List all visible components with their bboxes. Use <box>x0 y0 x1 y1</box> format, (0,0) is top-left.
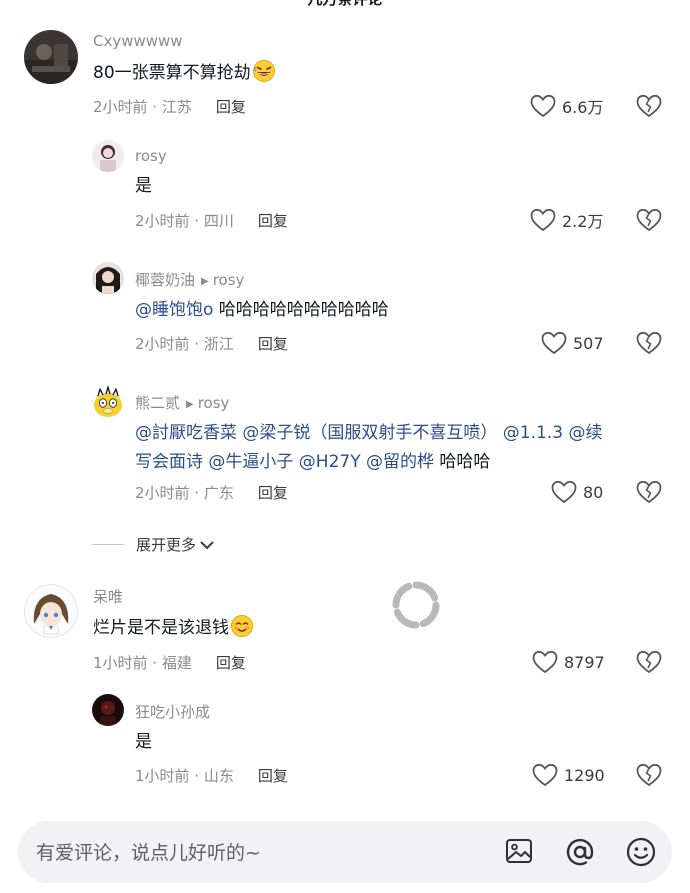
expand-divider <box>92 544 124 545</box>
reply-arrow-icon: ▶ <box>186 399 194 410</box>
comment-text-content: 80一张票算不算抢劫 <box>93 63 251 83</box>
reply-button[interactable]: 回复 <box>258 767 288 785</box>
at-icon[interactable] <box>564 836 596 868</box>
expand-more-button[interactable]: 展开更多 <box>92 534 216 555</box>
comment-meta: 2小时前 · 江苏 回复 <box>93 96 246 117</box>
laughing-emoji-icon <box>252 60 275 82</box>
comment-text: 是 <box>135 176 152 196</box>
comment-text-content: 烂片是不是该退钱 <box>93 618 229 638</box>
username[interactable]: 熊二贰 <box>135 394 180 412</box>
reply-button[interactable]: 回复 <box>216 654 246 672</box>
broken-heart-icon[interactable] <box>636 93 662 119</box>
heart-outline-icon <box>530 94 556 118</box>
avatar[interactable] <box>92 140 124 172</box>
comments-title: 几万条评论 <box>0 0 690 8</box>
avatar[interactable] <box>24 30 78 84</box>
like-button[interactable]: 1290 <box>532 761 605 789</box>
comment-meta: 1小时前 · 福建 回复 <box>93 652 246 673</box>
time-location: 2小时前 · 广东 <box>135 484 234 502</box>
like-button[interactable]: 2.2万 <box>530 206 603 234</box>
smiley-icon[interactable] <box>625 836 657 868</box>
comment-text: @睡饱饱o 哈哈哈哈哈哈哈哈哈哈 <box>135 296 389 325</box>
broken-heart-icon[interactable] <box>636 330 662 356</box>
like-count: 2.2万 <box>562 212 604 231</box>
username[interactable]: 椰蓉奶油 <box>135 271 195 289</box>
reply-header: 熊二贰 ▶ rosy <box>135 392 229 413</box>
like-count: 6.6万 <box>562 98 604 117</box>
reply-button[interactable]: 回复 <box>258 212 288 230</box>
heart-outline-icon <box>530 208 556 232</box>
reply-button[interactable]: 回复 <box>258 335 288 353</box>
spinner-icon <box>392 581 440 629</box>
heart-outline-icon <box>541 331 567 355</box>
like-button[interactable]: 80 <box>551 478 603 506</box>
heart-outline-icon <box>551 480 577 504</box>
heart-outline-icon <box>532 763 558 787</box>
comment-meta: 2小时前 · 浙江 回复 <box>135 333 288 354</box>
reply-to-username[interactable]: rosy <box>198 394 230 412</box>
comment-input-bar[interactable]: 有爱评论，说点儿好听的~ <box>18 821 672 883</box>
comment-text: 80一张票算不算抢劫 <box>93 59 276 88</box>
comment-input-placeholder[interactable]: 有爱评论，说点儿好听的~ <box>36 838 261 865</box>
like-button[interactable]: 6.6万 <box>530 92 603 120</box>
reply-header: 椰蓉奶油 ▶ rosy <box>135 269 244 290</box>
comment-text: 烂片是不是该退钱 <box>93 614 254 643</box>
heart-outline-icon <box>532 650 558 674</box>
mention-links[interactable]: @討厭吃香菜 @梁子锐（国服双射手不喜互喷） @1.1.3 @续 <box>135 423 602 443</box>
reply-arrow-icon: ▶ <box>201 276 209 287</box>
like-button[interactable]: 8797 <box>532 648 605 676</box>
broken-heart-icon[interactable] <box>636 762 662 788</box>
blush-emoji-icon <box>231 615 253 637</box>
comment-meta: 2小时前 · 广东 回复 <box>135 482 288 503</box>
username[interactable]: Cxywwwww <box>93 32 183 50</box>
broken-heart-icon[interactable] <box>636 207 662 233</box>
broken-heart-icon[interactable] <box>636 649 662 675</box>
time-location: 2小时前 · 四川 <box>135 212 234 230</box>
comment-text: 是 <box>135 732 152 752</box>
like-count: 1290 <box>564 765 605 785</box>
chevron-down-icon <box>200 540 214 549</box>
reply-button[interactable]: 回复 <box>216 98 246 116</box>
reply-to-username[interactable]: rosy <box>213 271 245 289</box>
comment-text-content: 哈哈哈哈哈哈哈哈哈哈 <box>213 300 389 320</box>
like-button[interactable]: 507 <box>541 329 604 357</box>
image-icon[interactable] <box>504 836 534 866</box>
comment-meta: 2小时前 · 四川 回复 <box>135 210 288 231</box>
username[interactable]: rosy <box>135 147 167 165</box>
avatar[interactable] <box>92 694 124 726</box>
broken-heart-icon[interactable] <box>636 479 662 505</box>
comment-text-content: 哈哈哈 <box>434 452 491 472</box>
mention-link[interactable]: @睡饱饱o <box>135 300 213 320</box>
time-location: 2小时前 · 浙江 <box>135 335 234 353</box>
avatar[interactable] <box>92 386 124 418</box>
time-location: 2小时前 · 江苏 <box>93 98 192 116</box>
like-count: 80 <box>583 482 604 502</box>
expand-label: 展开更多 <box>136 536 197 554</box>
avatar[interactable] <box>92 262 124 294</box>
avatar[interactable] <box>24 584 78 638</box>
mention-links[interactable]: 写会面诗 @牛逼小子 @H27Y @留的桦 <box>135 452 434 472</box>
like-count: 507 <box>573 333 604 353</box>
like-count: 8797 <box>564 652 605 672</box>
reply-button[interactable]: 回复 <box>258 484 288 502</box>
username[interactable]: 呆唯 <box>93 586 123 607</box>
username[interactable]: 狂吃小孙成 <box>135 701 210 722</box>
time-location: 1小时前 · 山东 <box>135 767 234 785</box>
comment-meta: 1小时前 · 山东 回复 <box>135 765 288 786</box>
comment-text: @討厭吃香菜 @梁子锐（国服双射手不喜互喷） @1.1.3 @续 写会面诗 @牛… <box>135 419 680 477</box>
time-location: 1小时前 · 福建 <box>93 654 192 672</box>
